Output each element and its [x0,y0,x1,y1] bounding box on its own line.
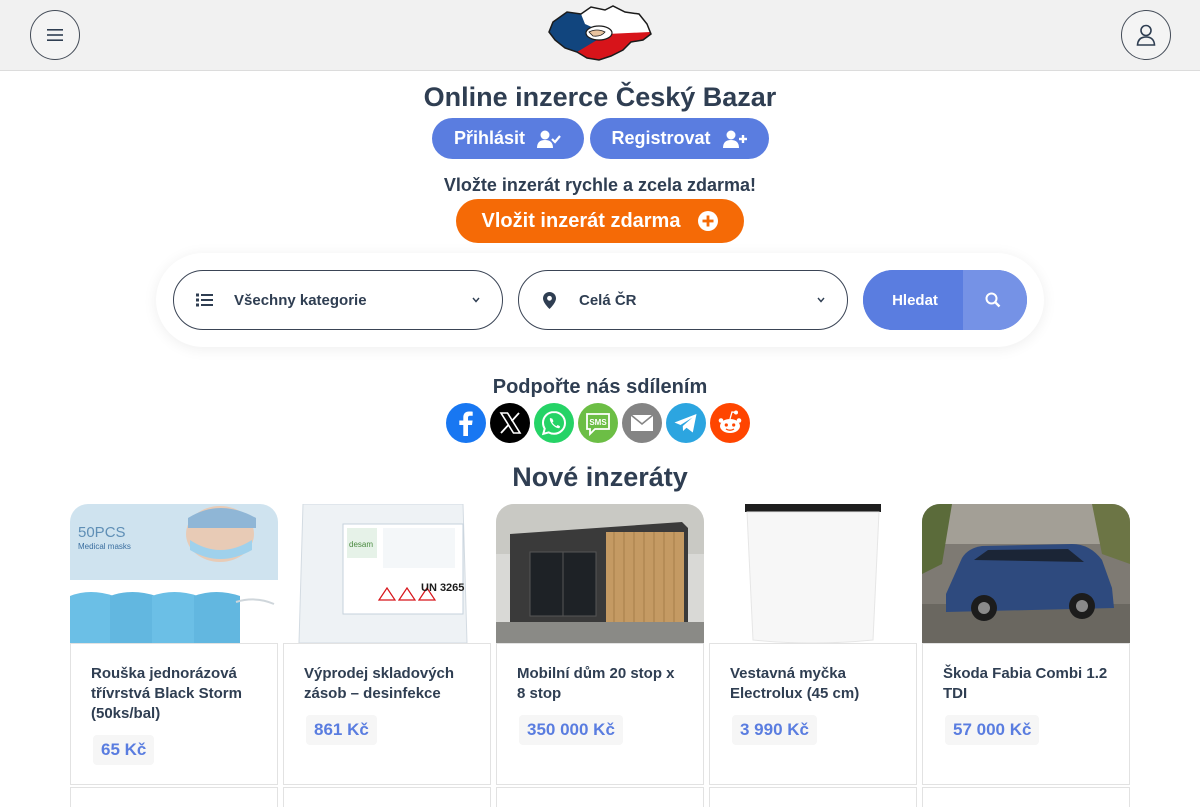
search-button[interactable]: Hledat [863,270,1027,330]
image-text: UN 3265 [421,582,465,594]
location-value: Celá ČR [579,291,637,309]
listing-body: Rouška jednorázová třívrstvá Black Storm… [70,643,278,785]
listing-price: 3 990 Kč [732,715,817,745]
telegram-icon[interactable] [666,403,706,443]
listing-body: Výprodej skladových zásob – desinfekce 8… [283,643,491,785]
image-subtext: desam [349,540,374,549]
listing-body: Vestavná myčka Electrolux (45 cm) 3 990 … [709,643,917,785]
page-title: Online inzerce Český Bazar [423,82,777,112]
listing-photo: Medical masks 50PCS [70,504,278,643]
listing-grid: Medical masks 50PCS Rouška jednorázová t… [70,504,1130,807]
listing-card[interactable]: Škoda Fabia Combi 1.2 TDI 57 000 Kč [922,504,1130,807]
search-icon [985,292,1001,308]
register-label: Registrovat [611,128,711,148]
whatsapp-icon[interactable] [534,403,574,443]
user-plus-icon [722,130,747,148]
listing-photo [922,504,1130,643]
share-buttons: SMS [446,403,750,443]
chevron-down-icon [817,297,825,303]
listing-title: Mobilní dům 20 stop x 8 stop [517,665,675,702]
auth-buttons: Přihlásit Registrovat [0,118,1200,159]
listing-card[interactable]: Medical masks 50PCS Rouška jednorázová t… [70,504,278,807]
listing-title: Škoda Fabia Combi 1.2 TDI [943,665,1108,702]
listing-body: Mobilní dům 20 stop x 8 stop 350 000 Kč [496,643,704,785]
reddit-icon[interactable] [710,403,750,443]
tagline: Vložte inzerát rychle a zcela zdarma! [443,175,757,195]
listing-body: Škoda Fabia Combi 1.2 TDI 57 000 Kč [922,643,1130,785]
user-account-button[interactable] [1121,10,1171,60]
hamburger-icon [47,29,63,41]
list-icon [195,293,213,307]
user-check-icon [537,130,561,148]
menu-button[interactable] [30,10,80,60]
category-value: Všechny kategorie [234,291,367,309]
post-ad-button[interactable]: Vložit inzerát zdarma [456,199,744,243]
listing-photo [709,504,917,643]
x-icon[interactable] [490,403,530,443]
image-subtext: Medical masks [78,542,131,551]
search-panel: Všechny kategorie Celá ČR Hledat [156,253,1044,347]
user-icon [1136,24,1156,46]
email-icon[interactable] [622,403,662,443]
listing-title: Výprodej skladových zásob – desinfekce [304,665,455,702]
listing-price: 57 000 Kč [945,715,1040,745]
new-listings-title: Nové inzeráty [512,462,688,492]
listing-price: 65 Kč [93,735,155,765]
svg-text:SMS: SMS [589,418,607,427]
search-button-label: Hledat [863,270,963,330]
facebook-icon[interactable] [446,403,486,443]
listing-title: Vestavná myčka Electrolux (45 cm) [730,665,860,702]
listing-photo: desam UN 3265 [283,504,491,643]
map-pin-icon [542,291,556,309]
location-select[interactable]: Celá ČR [518,270,848,330]
sms-icon[interactable]: SMS [578,403,618,443]
login-label: Přihlásit [453,128,526,148]
login-button[interactable]: Přihlásit [431,118,584,159]
post-ad-label: Vložit inzerát zdarma [481,209,681,232]
listing-card[interactable]: Mobilní dům 20 stop x 8 stop 350 000 Kč [496,504,704,807]
plus-circle-icon [698,211,719,231]
top-bar [0,0,1200,71]
listing-card[interactable]: Vestavná myčka Electrolux (45 cm) 3 990 … [709,504,917,807]
listing-photo [496,504,704,643]
listing-price: 861 Kč [306,715,377,745]
chevron-down-icon [472,297,480,303]
register-button[interactable]: Registrovat [589,118,769,159]
listing-card[interactable]: desam UN 3265 Výprodej skladových zásob … [283,504,491,807]
share-title: Podpořte nás sdílením [492,376,708,398]
listing-price: 350 000 Kč [519,715,623,745]
image-text: 50PCS [78,524,126,541]
czech-map-handshake-logo[interactable] [547,4,653,66]
category-select[interactable]: Všechny kategorie [173,270,503,330]
listing-title: Rouška jednorázová třívrstvá Black Storm… [91,665,242,722]
